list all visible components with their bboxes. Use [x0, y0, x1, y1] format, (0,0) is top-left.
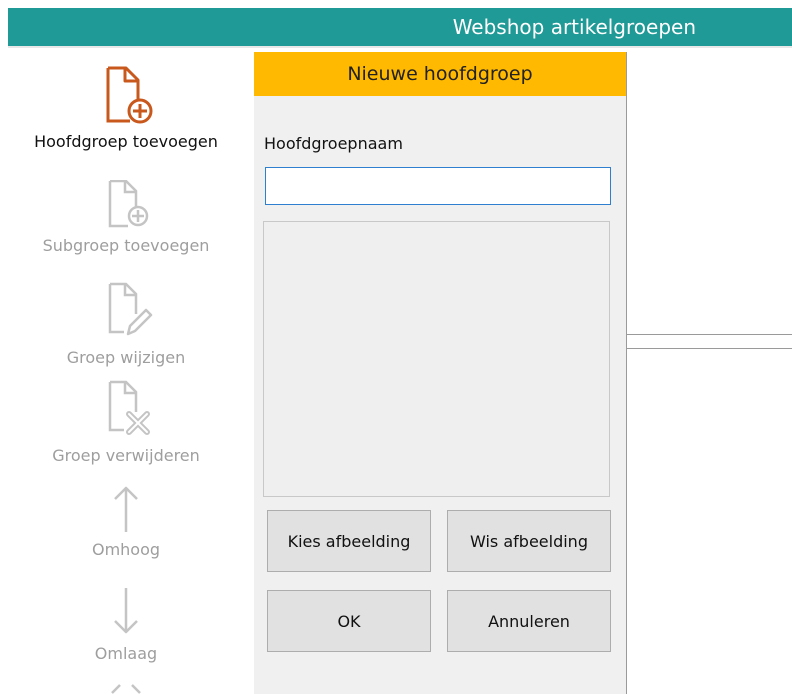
toolbar-item-label: Groep verwijderen: [52, 446, 200, 465]
window-title: Webshop artikelgroepen: [452, 15, 696, 39]
left-toolbar: Hoofdgroep toevoegen Subgroep toevoegen …: [0, 48, 252, 694]
group-detail-panel: [626, 348, 792, 694]
clear-image-button[interactable]: Wis afbeelding: [447, 510, 611, 572]
main-group-name-label: Hoofdgroepnaam: [264, 134, 403, 153]
window-titlebar: Webshop artikelgroepen: [8, 8, 792, 46]
arrow-down-icon: [114, 588, 138, 634]
toolbar-item-label: Omlaag: [94, 644, 158, 663]
toolbar-item-label: Omhoog: [91, 540, 161, 559]
choose-image-button[interactable]: Kies afbeelding: [267, 510, 431, 572]
add-main-group-button[interactable]: Hoofdgroep toevoegen: [0, 66, 252, 151]
edit-group-button[interactable]: Groep wijzigen: [0, 282, 252, 367]
document-edit-icon: [108, 282, 153, 336]
document-add-icon: [108, 180, 149, 228]
toolbar-item-label: Subgroep toevoegen: [42, 236, 210, 255]
add-subgroup-button[interactable]: Subgroep toevoegen: [0, 180, 252, 255]
ok-button[interactable]: OK: [267, 590, 431, 652]
collapse-icon: [111, 684, 141, 694]
toolbar-item-label: Groep wijzigen: [66, 348, 186, 367]
cancel-button[interactable]: Annuleren: [447, 590, 611, 652]
new-main-group-dialog: Nieuwe hoofdgroep Hoofdgroepnaam Kies af…: [254, 52, 627, 694]
group-tree-panel: [626, 52, 792, 335]
dialog-header: Nieuwe hoofdgroep: [254, 52, 626, 96]
delete-group-button[interactable]: Groep verwijderen: [0, 380, 252, 465]
toolbar-item-label: Hoofdgroep toevoegen: [34, 132, 218, 151]
move-up-button[interactable]: Omhoog: [0, 484, 252, 559]
image-preview: [263, 221, 610, 497]
dialog-title: Nieuwe hoofdgroep: [347, 63, 533, 85]
document-delete-icon: [108, 380, 150, 435]
document-add-icon: [106, 66, 153, 124]
main-group-name-input[interactable]: [265, 167, 611, 205]
arrow-up-icon: [114, 486, 138, 532]
move-down-button[interactable]: Omlaag: [0, 584, 252, 663]
